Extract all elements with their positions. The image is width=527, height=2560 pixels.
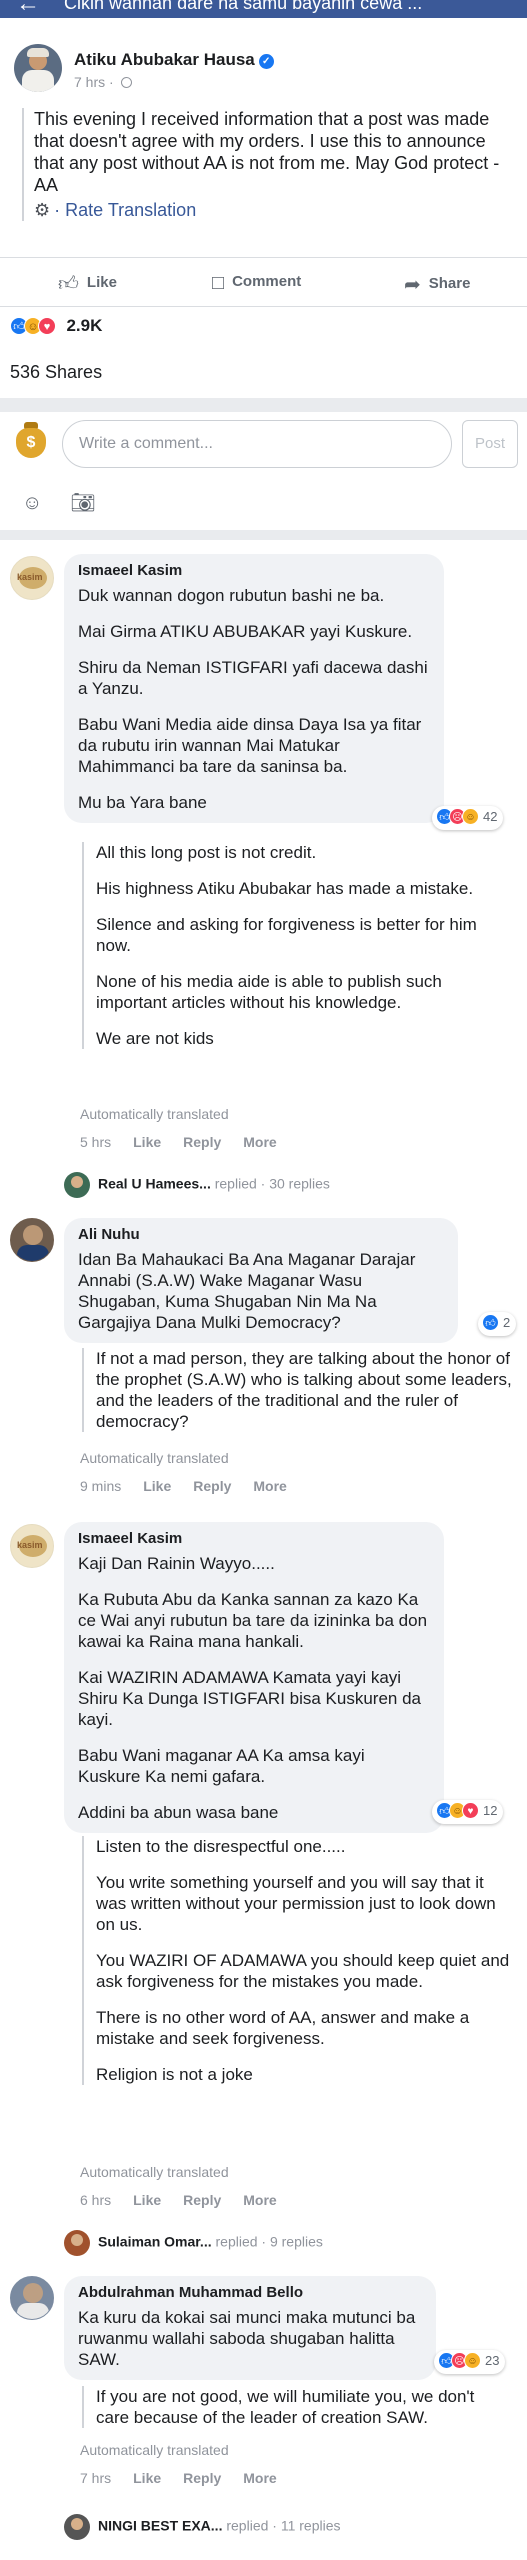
post-time: 7 hrs ·: [74, 74, 132, 90]
haha-reaction-icon: ☺: [462, 808, 479, 826]
emoji-icon[interactable]: ☺: [22, 492, 42, 514]
haha-reaction-icon: ☺: [464, 2352, 481, 2370]
commenter-avatar[interactable]: [10, 2276, 54, 2320]
commenter-avatar[interactable]: kasim: [10, 556, 54, 600]
comment-reactions[interactable]: 👍︎ ☺ ♥ 12: [432, 1800, 504, 1824]
commenter-name[interactable]: Ali Nuhu: [78, 1226, 444, 1243]
divider: [0, 257, 527, 258]
auto-translated-label: Automatically translated: [80, 2164, 229, 2180]
comment-more-link[interactable]: More: [253, 1478, 286, 1494]
auto-translated-label: Automatically translated: [80, 1450, 229, 1466]
comment-more-link[interactable]: More: [243, 2470, 276, 2486]
author-avatar[interactable]: [14, 44, 62, 92]
comment-reply-link[interactable]: Reply: [183, 2470, 221, 2486]
comment-meta: 7 hrs Like Reply More: [80, 2470, 277, 2486]
commenter-name[interactable]: Ismaeel Kasim: [78, 1530, 430, 1547]
top-bar: ← Cikin wannan dare na samu bayanin cewa…: [0, 0, 527, 18]
share-count[interactable]: 536 Shares: [10, 362, 102, 383]
comment-like-link[interactable]: Like: [133, 2192, 161, 2208]
comment-like-link[interactable]: Like: [133, 1134, 161, 1150]
commenter-name[interactable]: Abdulrahman Muhammad Bello: [78, 2284, 422, 2301]
comment-reactions[interactable]: 👍︎ 2: [478, 1312, 517, 1336]
post-comment-button[interactable]: Post: [462, 420, 518, 468]
like-reaction-icon: 👍︎: [482, 1314, 499, 1332]
comment-more-link[interactable]: More: [243, 1134, 276, 1150]
post-actions: 👍︎ Like □ Comment ➦ Share: [0, 262, 527, 304]
post-body: This evening I received information that…: [22, 108, 512, 221]
page-title: Cikin wannan dare na samu bayanin cewa .…: [64, 0, 423, 13]
replier-avatar: [64, 2230, 90, 2256]
comment-like-link[interactable]: Like: [143, 1478, 171, 1494]
user-avatar: $: [10, 418, 54, 462]
post-text: This evening I received information that…: [34, 109, 500, 195]
comment-icon: □: [212, 272, 225, 294]
comment-meta: 6 hrs Like Reply More: [80, 2192, 277, 2208]
reaction-count: 2.9K: [66, 316, 103, 335]
rate-translation-link[interactable]: ⚙ · Rate Translation: [34, 200, 512, 221]
divider: [0, 306, 527, 307]
like-button[interactable]: 👍︎ Like: [58, 272, 117, 296]
auto-translated-label: Automatically translated: [80, 2442, 229, 2458]
comment-reply-link[interactable]: Reply: [183, 1134, 221, 1150]
comment-translation: If you are not good, we will humiliate y…: [82, 2386, 512, 2428]
comment-bubble: Ismaeel Kasim Kaji Dan Rainin Wayyo.....…: [64, 1522, 444, 1833]
share-icon: ➦: [404, 274, 421, 296]
commenter-avatar[interactable]: kasim: [10, 1524, 54, 1568]
comment-reactions[interactable]: 👍︎ ☹ ☺ 23: [434, 2350, 506, 2374]
composer-tools: ☺ 📷︎: [22, 490, 124, 515]
reaction-summary[interactable]: 👍︎ ☺ ♥ 2.9K: [10, 316, 102, 338]
comment-meta: 5 hrs Like Reply More: [80, 1134, 277, 1150]
love-reaction-icon: ♥: [462, 1802, 479, 1820]
arrow-left-icon[interactable]: ←: [16, 0, 40, 16]
section-separator: [0, 530, 527, 540]
share-button[interactable]: ➦ Share: [404, 272, 470, 297]
verified-badge-icon: ✓: [258, 54, 274, 69]
replier-avatar: [64, 1172, 90, 1198]
comment-bubble: Abdulrahman Muhammad Bello Ka kuru da ko…: [64, 2276, 436, 2380]
view-replies[interactable]: NINGI BEST EXA... replied · 11 replies: [64, 2514, 341, 2540]
comment-translation: All this long post is not credit. His hi…: [82, 842, 512, 1049]
love-reaction-icon: ♥: [38, 317, 56, 335]
thumbs-up-icon: 👍︎: [58, 273, 79, 295]
comment-reply-link[interactable]: Reply: [193, 1478, 231, 1494]
author-name[interactable]: Atiku Abubakar Hausa: [74, 50, 255, 69]
commenter-name[interactable]: Ismaeel Kasim: [78, 562, 430, 579]
replier-avatar: [64, 2514, 90, 2540]
comment-translation: If not a mad person, they are talking ab…: [82, 1348, 512, 1432]
comment-reply-link[interactable]: Reply: [183, 2192, 221, 2208]
post-author[interactable]: Atiku Abubakar Hausa ✓: [74, 50, 274, 70]
comment-meta: 9 mins Like Reply More: [80, 1478, 287, 1494]
camera-icon[interactable]: 📷︎: [70, 492, 95, 514]
view-replies[interactable]: Real U Hamees... replied · 30 replies: [64, 1172, 330, 1198]
comment-more-link[interactable]: More: [243, 2192, 276, 2208]
gear-icon: ⚙: [34, 200, 51, 220]
section-separator: [0, 398, 527, 412]
comment-like-link[interactable]: Like: [133, 2470, 161, 2486]
comment-reactions[interactable]: 👍︎ ☹ ☺ 42: [432, 806, 504, 830]
auto-translated-label: Automatically translated: [80, 1106, 229, 1122]
comment-bubble: Ismaeel Kasim Duk wannan dogon rubutun b…: [64, 554, 444, 823]
globe-icon: [120, 77, 132, 88]
commenter-avatar[interactable]: [10, 1218, 54, 1262]
comment-button[interactable]: □ Comment: [212, 272, 301, 295]
view-replies[interactable]: Sulaiman Omar... replied · 9 replies: [64, 2230, 323, 2256]
comment-input[interactable]: Write a comment...: [62, 420, 452, 468]
comment-bubble: Ali Nuhu Idan Ba Mahaukaci Ba Ana Magana…: [64, 1218, 458, 1343]
comment-translation: Listen to the disrespectful one..... You…: [82, 1836, 512, 2085]
